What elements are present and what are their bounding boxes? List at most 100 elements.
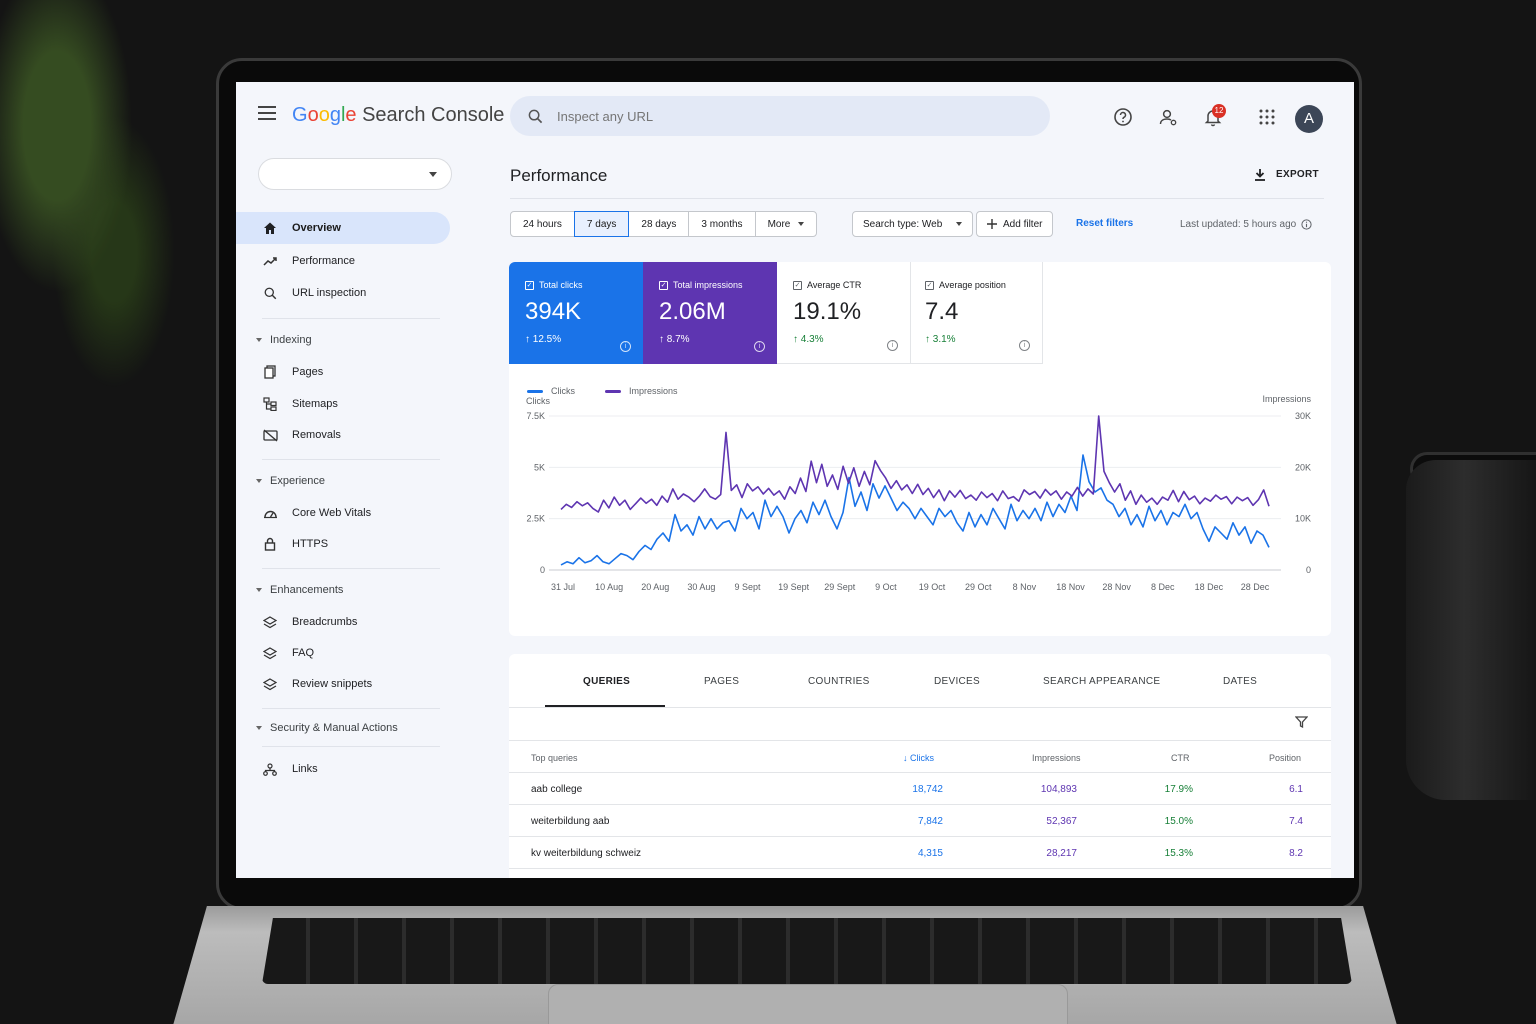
column-header-query[interactable]: Top queries: [531, 753, 578, 763]
column-header-clicks[interactable]: ↓ Clicks: [903, 753, 934, 763]
cell-position: 8.2: [1289, 848, 1303, 859]
url-inspect-search[interactable]: [510, 96, 1050, 136]
sidebar-item-https[interactable]: HTTPS: [236, 528, 450, 560]
range-24-hours[interactable]: 24 hours: [510, 211, 575, 237]
range-28-days[interactable]: 28 days: [628, 211, 690, 237]
date-range-selector: 24 hours 7 days 28 days 3 months More: [510, 211, 818, 237]
column-header-position[interactable]: Position: [1269, 753, 1301, 763]
tab-dates[interactable]: DATES: [1223, 676, 1257, 687]
checkbox-icon[interactable]: ✓: [925, 280, 934, 290]
plant-decoration: [0, 0, 190, 420]
tab-countries[interactable]: COUNTRIES: [808, 676, 870, 687]
table-row[interactable]: kv weiterbildung schweiz 4,315 28,217 15…: [509, 837, 1331, 869]
nav-section-enhancements[interactable]: Enhancements: [256, 584, 343, 596]
x-tick-label: 30 Aug: [687, 582, 715, 592]
account-avatar[interactable]: A: [1295, 105, 1323, 133]
sidebar-item-links[interactable]: Links: [236, 753, 450, 785]
series-line-impressions: [560, 415, 1270, 513]
metric-value: 394K: [525, 298, 582, 325]
info-icon[interactable]: i: [754, 341, 765, 352]
plus-icon: [987, 219, 997, 229]
metric-value: 19.1%: [793, 298, 862, 325]
sidebar-item-url-inspection[interactable]: URL inspection: [236, 277, 450, 309]
tab-devices[interactable]: DEVICES: [934, 676, 980, 687]
table-row[interactable]: aab college 18,742 104,893 17.9% 6.1: [509, 773, 1331, 805]
y-tick-label-left: 0: [540, 565, 545, 575]
add-filter-button[interactable]: Add filter: [976, 211, 1054, 237]
nav-section-security-manual-actions[interactable]: Security & Manual Actions: [256, 722, 398, 734]
download-icon: [1255, 169, 1265, 181]
property-selector[interactable]: [258, 158, 452, 190]
info-icon[interactable]: [1301, 219, 1312, 230]
metric-card-total-clicks[interactable]: ✓ Total clicks 394K ↑ 12.5% i: [509, 262, 643, 364]
cell-impressions: 52,367: [1046, 816, 1077, 827]
checkbox-checked-icon[interactable]: ✓: [659, 280, 668, 290]
menu-icon[interactable]: [258, 106, 276, 120]
page-title: Performance: [510, 166, 608, 185]
laptop-keyboard: [262, 918, 1352, 984]
arrow-down-icon: ↓: [903, 753, 908, 763]
sidebar-item-removals[interactable]: Removals: [236, 419, 450, 451]
arrow-up-icon: ↑: [793, 334, 798, 345]
metric-card-average-ctr[interactable]: ✓ Average CTR 19.1% ↑ 4.3% i: [777, 262, 911, 364]
range-7-days[interactable]: 7 days: [573, 211, 630, 237]
table-row[interactable]: weiterbildung aab 7,842 52,367 15.0% 7.4: [509, 805, 1331, 837]
pages-icon: [262, 364, 278, 380]
x-tick-label: 10 Aug: [595, 582, 623, 592]
nav-section-indexing[interactable]: Indexing: [256, 334, 312, 346]
info-icon[interactable]: i: [1019, 340, 1030, 351]
notification-count-badge: 12: [1212, 104, 1226, 118]
search-type-filter[interactable]: Search type: Web: [852, 211, 974, 237]
info-icon[interactable]: i: [620, 341, 631, 352]
x-tick-label: 28 Nov: [1102, 582, 1131, 592]
y-axis-label-left: Clicks: [526, 396, 550, 406]
filter-icon[interactable]: [1295, 716, 1308, 728]
manage-users-icon[interactable]: [1157, 106, 1179, 128]
sidebar-item-label: Overview: [292, 222, 341, 234]
sidebar-item-label: FAQ: [292, 647, 315, 659]
product-logo[interactable]: Google Search Console: [292, 104, 504, 127]
cell-ctr: 15.3%: [1164, 848, 1193, 859]
cell-position: 7.4: [1289, 816, 1303, 827]
nav-divider: [262, 746, 440, 747]
search-input[interactable]: [557, 108, 997, 124]
sidebar-item-faq[interactable]: FAQ: [236, 637, 450, 669]
sidebar-item-sitemaps[interactable]: Sitemaps: [236, 388, 450, 420]
sidebar-item-core-web-vitals[interactable]: Core Web Vitals: [236, 497, 450, 529]
range-3-months[interactable]: 3 months: [688, 211, 756, 237]
sidebar-item-review-snippets[interactable]: Review snippets: [236, 668, 450, 700]
apps-grid-icon[interactable]: [1256, 106, 1278, 128]
sidebar-item-breadcrumbs[interactable]: Breadcrumbs: [236, 606, 450, 638]
help-icon[interactable]: [1112, 106, 1134, 128]
nav-section-experience[interactable]: Experience: [256, 475, 325, 487]
x-tick-label: 9 Sept: [735, 582, 762, 592]
info-icon[interactable]: i: [887, 340, 898, 351]
tab-queries[interactable]: QUERIES: [583, 676, 630, 687]
sidebar-item-pages[interactable]: Pages: [236, 356, 450, 388]
sidebar-item-label: HTTPS: [292, 538, 329, 550]
sidebar-item-performance[interactable]: Performance: [236, 245, 450, 277]
tab-pages[interactable]: PAGES: [704, 676, 739, 687]
cell-position: 6.1: [1289, 784, 1303, 795]
metric-card-average-position[interactable]: ✓ Average position 7.4 ↑ 3.1% i: [909, 262, 1043, 364]
y-tick-label-right: 20K: [1295, 462, 1311, 472]
export-button[interactable]: EXPORT: [1254, 168, 1319, 181]
reset-filters-link[interactable]: Reset filters: [1076, 218, 1133, 229]
metric-value: 7.4: [925, 298, 959, 325]
checkbox-checked-icon[interactable]: ✓: [525, 280, 534, 290]
cell-query: weiterbildung aab: [531, 816, 610, 827]
metric-card-total-impressions[interactable]: ✓ Total impressions 2.06M ↑ 8.7% i: [643, 262, 777, 364]
column-header-impressions[interactable]: Impressions: [1032, 753, 1081, 763]
column-header-ctr[interactable]: CTR: [1171, 753, 1190, 763]
x-tick-label: 29 Oct: [965, 582, 992, 592]
sidebar-item-overview[interactable]: Overview: [236, 212, 450, 244]
checkbox-icon[interactable]: ✓: [793, 280, 802, 290]
search-icon: [262, 285, 278, 301]
range-more-dropdown[interactable]: More: [754, 211, 818, 237]
table-header: Top queries ↓ Clicks Impressions CTR Pos…: [509, 740, 1331, 773]
chevron-down-icon: [256, 726, 262, 730]
report-table-panel: QUERIES PAGES COUNTRIES DEVICES SEARCH A…: [509, 654, 1331, 878]
tab-search-appearance[interactable]: SEARCH APPEARANCE: [1043, 676, 1160, 687]
removals-icon: [262, 427, 278, 443]
arrow-up-icon: ↑: [925, 334, 930, 345]
